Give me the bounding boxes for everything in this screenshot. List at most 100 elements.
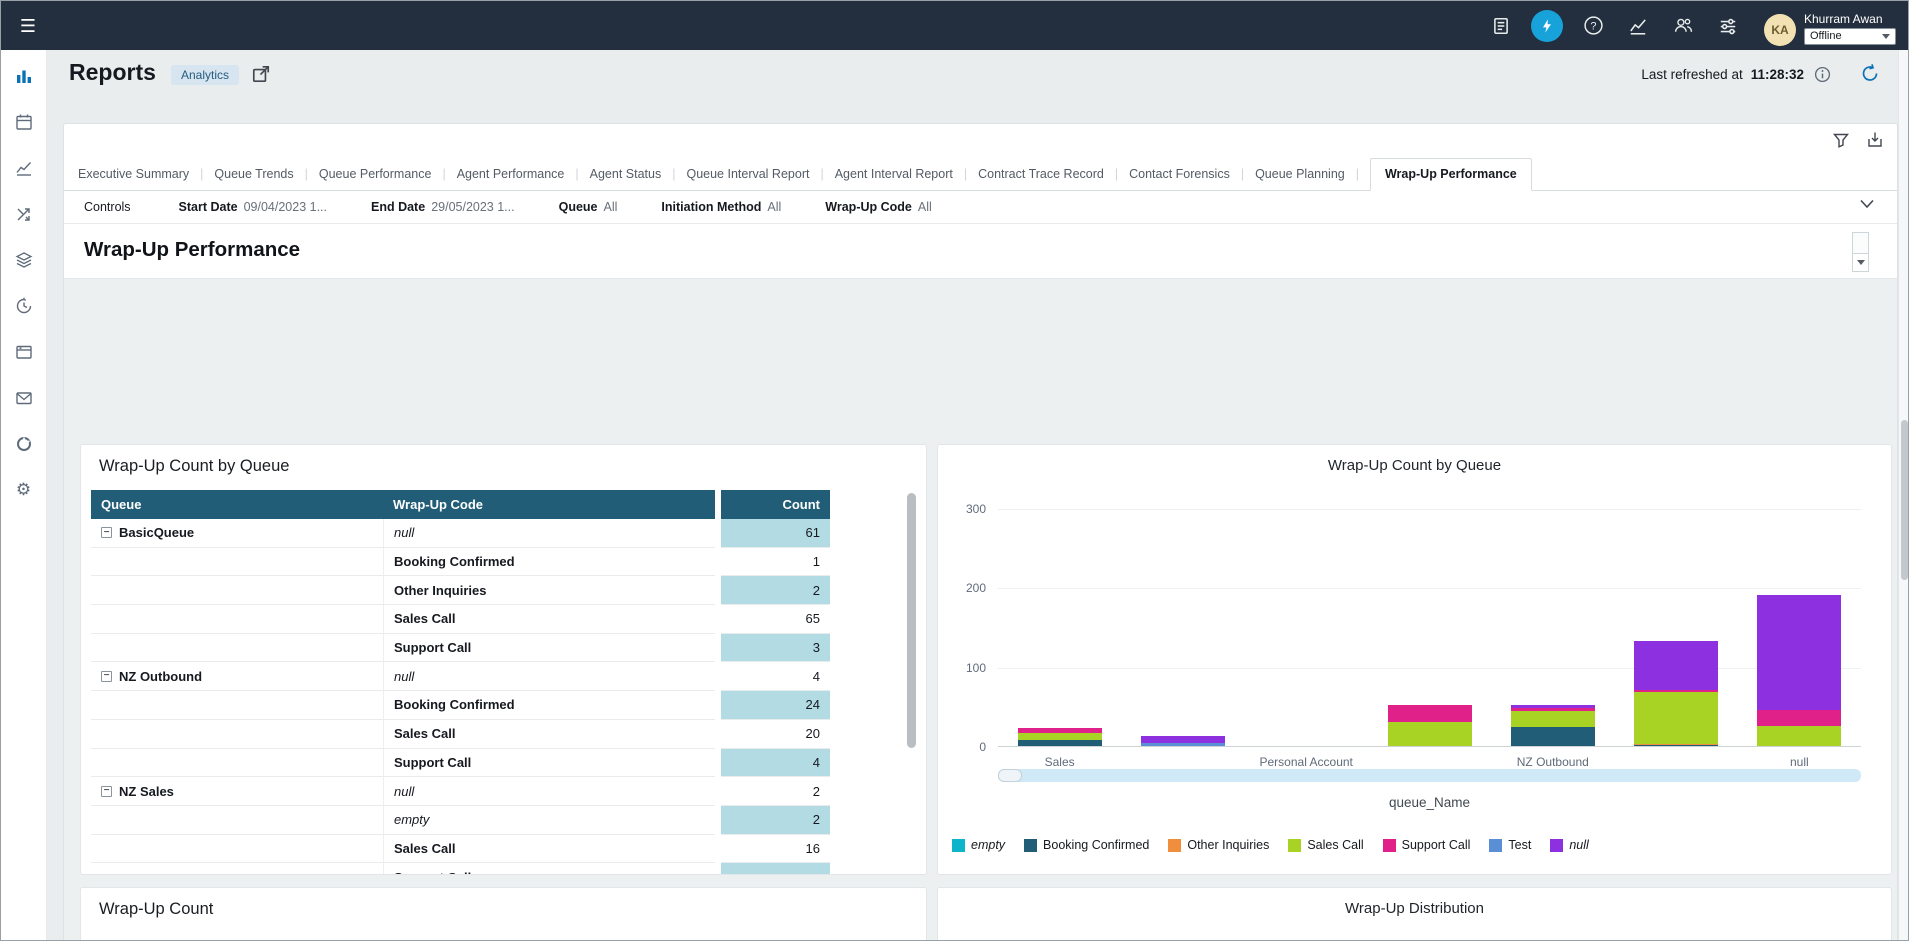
controls-expand-chevron-icon[interactable] (1859, 198, 1875, 210)
cell-count[interactable]: 2 (721, 777, 830, 806)
tab-contact-forensics[interactable]: Contact Forensics (1129, 159, 1255, 190)
filter-funnel-icon[interactable] (1831, 130, 1851, 150)
tab-queue-trends[interactable]: Queue Trends (214, 159, 318, 190)
cell-queue[interactable] (91, 634, 383, 663)
tab-queue-performance[interactable]: Queue Performance (319, 159, 457, 190)
cell-count[interactable]: 16 (721, 835, 830, 864)
data-zoom-handle[interactable] (998, 769, 1022, 782)
cell-wrapup-code[interactable]: Support Call (383, 749, 715, 778)
bar-segment-test[interactable] (1141, 743, 1225, 746)
cell-count[interactable]: 3 (721, 634, 830, 663)
bar-segment-null[interactable] (1757, 595, 1841, 710)
cell-wrapup-code[interactable]: Sales Call (383, 720, 715, 749)
notes-icon[interactable] (1486, 11, 1516, 41)
bar-segment-sales-call[interactable] (1757, 726, 1841, 746)
legend-item-null[interactable]: null (1550, 838, 1588, 852)
bar-segment-support-call[interactable] (1634, 690, 1718, 692)
cell-queue[interactable] (91, 863, 383, 875)
tab-agent-interval-report[interactable]: Agent Interval Report (835, 159, 978, 190)
bar-segment-null[interactable] (1141, 736, 1225, 743)
bar-segment-support-call[interactable] (1388, 705, 1472, 722)
page-scrollbar[interactable] (1898, 50, 1909, 941)
tab-queue-interval-report[interactable]: Queue Interval Report (686, 159, 834, 190)
users-icon[interactable] (1668, 11, 1698, 41)
filter-chip-wrap-up-code[interactable]: Wrap-Up CodeAll (825, 200, 931, 214)
column-header-wrapup-code[interactable]: Wrap-Up Code (383, 490, 715, 519)
column-header-count[interactable]: Count (721, 490, 830, 519)
legend-item-test[interactable]: Test (1489, 838, 1531, 852)
filter-chip-end-date[interactable]: End Date29/05/2023 1... (371, 200, 515, 214)
tab-executive-summary[interactable]: Executive Summary (78, 159, 214, 190)
cell-queue[interactable]: NZ Sales (91, 777, 383, 806)
refresh-icon[interactable] (1860, 63, 1880, 83)
sidebar-item-analytics-donut-icon[interactable] (14, 434, 34, 454)
tasks-bolt-icon[interactable] (1531, 10, 1563, 42)
table-scrollbar-thumb[interactable] (907, 493, 916, 748)
sidebar-item-mail-icon[interactable] (14, 388, 34, 408)
cell-queue[interactable]: BasicQueue (91, 519, 383, 548)
agent-status-select[interactable]: Offline (1804, 28, 1896, 45)
column-header-queue[interactable]: Queue (91, 490, 383, 519)
cell-wrapup-code[interactable]: Support Call (383, 863, 715, 875)
legend-item-support-call[interactable]: Support Call (1383, 838, 1471, 852)
bar-segment-null[interactable] (1511, 705, 1595, 708)
cell-wrapup-code[interactable]: Booking Confirmed (383, 548, 715, 577)
cell-count[interactable]: 4 (721, 662, 830, 691)
collapse-icon[interactable] (101, 671, 112, 682)
scroll-down-button[interactable] (1853, 253, 1868, 271)
cell-queue[interactable] (91, 548, 383, 577)
tab-contract-trace-record[interactable]: Contract Trace Record (978, 159, 1129, 190)
cell-wrapup-code[interactable]: Other Inquiries (383, 576, 715, 605)
avatar[interactable]: KA (1764, 14, 1796, 46)
cell-count[interactable]: 65 (721, 605, 830, 634)
cell-count[interactable]: 20 (721, 720, 830, 749)
cell-wrapup-code[interactable]: null (383, 777, 715, 806)
sheet-scroll-widget[interactable] (1852, 232, 1869, 272)
bar-segment-booking-confirmed[interactable] (1018, 740, 1102, 746)
filter-chip-queue[interactable]: QueueAll (559, 200, 618, 214)
legend-item-empty[interactable]: empty (952, 838, 1005, 852)
cell-wrapup-code[interactable]: empty (383, 806, 715, 835)
hamburger-menu-icon[interactable]: ☰ (15, 13, 41, 39)
legend-item-sales-call[interactable]: Sales Call (1288, 838, 1363, 852)
bar-segment-sales-call[interactable] (1388, 722, 1472, 746)
cell-count[interactable]: 2 (721, 806, 830, 835)
cell-queue[interactable] (91, 720, 383, 749)
sidebar-item-routing-icon[interactable] (14, 204, 34, 224)
sidebar-item-layers-icon[interactable] (14, 250, 34, 270)
bar-segment-booking-confirmed[interactable] (1511, 727, 1595, 746)
bar-segment-support-call[interactable] (1018, 728, 1102, 733)
cell-count[interactable]: 4 (721, 749, 830, 778)
sidebar-item-calendar-icon[interactable] (14, 112, 34, 132)
collapse-icon[interactable] (101, 527, 112, 538)
cell-wrapup-code[interactable]: null (383, 662, 715, 691)
bar-segment-sales-call[interactable] (1018, 733, 1102, 740)
bar-segment-support-call[interactable] (1511, 708, 1595, 711)
cell-queue[interactable] (91, 576, 383, 605)
export-icon[interactable] (1865, 130, 1885, 150)
legend-item-booking-confirmed[interactable]: Booking Confirmed (1024, 838, 1149, 852)
legend-item-other-inquiries[interactable]: Other Inquiries (1168, 838, 1269, 852)
tab-agent-status[interactable]: Agent Status (590, 159, 687, 190)
sidebar-item-metrics-icon[interactable] (14, 158, 34, 178)
cell-count[interactable]: 24 (721, 691, 830, 720)
cell-queue[interactable]: NZ Outbound (91, 662, 383, 691)
cell-wrapup-code[interactable]: Support Call (383, 634, 715, 663)
sidebar-item-history-icon[interactable] (14, 296, 34, 316)
bar-segment-sales-call[interactable] (1634, 692, 1718, 744)
bar-segment-null[interactable] (1634, 641, 1718, 689)
cell-wrapup-code[interactable]: Sales Call (383, 605, 715, 634)
data-zoom-strip[interactable] (998, 769, 1861, 782)
cell-count[interactable]: 2 (721, 576, 830, 605)
filter-chip-initiation-method[interactable]: Initiation MethodAll (661, 200, 781, 214)
cell-count[interactable]: 61 (721, 519, 830, 548)
sidebar-item-settings-gear-icon[interactable]: ⚙ (14, 480, 34, 500)
open-external-icon[interactable] (251, 64, 273, 86)
help-icon[interactable]: ? (1578, 11, 1608, 41)
filter-chip-start-date[interactable]: Start Date09/04/2023 1... (179, 200, 327, 214)
bar-segment-other-inquiries[interactable] (1634, 744, 1718, 746)
settings-sliders-icon[interactable] (1713, 11, 1743, 41)
tab-wrap-up-performance[interactable]: Wrap-Up Performance (1370, 158, 1532, 191)
bar-segment-sales-call[interactable] (1511, 711, 1595, 727)
cell-queue[interactable] (91, 605, 383, 634)
